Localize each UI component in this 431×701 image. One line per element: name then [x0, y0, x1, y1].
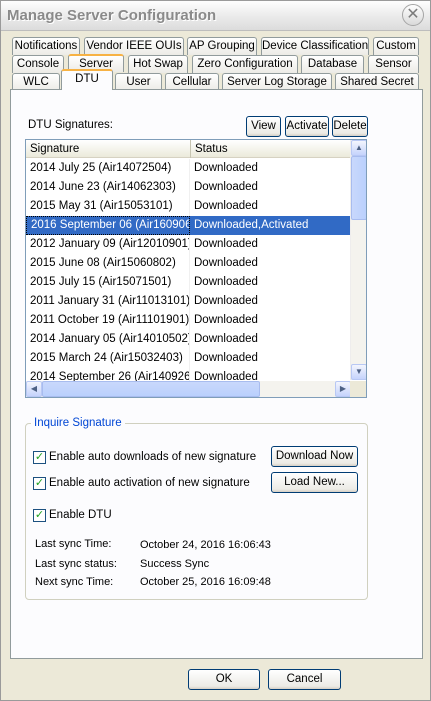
tab-database[interactable]: Database [301, 55, 364, 73]
table-row[interactable]: 2011 October 19 (Air11101901) Downloaded [26, 311, 351, 330]
table-row[interactable]: 2015 June 08 (Air15060802) Downloaded [26, 254, 351, 273]
table-row[interactable]: 2011 January 31 (Air11013101) Downloaded [26, 292, 351, 311]
tab-ap-grouping[interactable]: AP Grouping [187, 37, 257, 55]
signature-cell: 2015 June 08 (Air15060802) [26, 254, 190, 273]
title-bar: Manage Server Configuration ✕ [1, 1, 430, 31]
tab-console[interactable]: Console [12, 55, 64, 73]
last-sync-time-label: Last sync Time: [35, 538, 112, 550]
window-title: Manage Server Configuration [7, 7, 217, 24]
auto-download-label: Enable auto downloads of new signature [49, 451, 257, 463]
scroll-corner [350, 381, 366, 397]
dtu-signatures-list[interactable]: Signature Status 2014 July 25 (Air140725… [25, 139, 367, 398]
status-cell: Downloaded [194, 181, 258, 193]
tab-zero-configuration[interactable]: Zero Configuration [192, 55, 298, 73]
signature-cell: 2015 July 15 (Air15071501) [26, 273, 190, 292]
dtu-signatures-label: DTU Signatures: [28, 119, 114, 131]
horizontal-scrollbar[interactable]: ◀ ▶ [26, 381, 351, 397]
last-sync-status-label: Last sync status: [35, 558, 117, 570]
status-cell: Downloaded,Activated [194, 219, 309, 231]
table-row[interactable]: 2015 July 15 (Air15071501) Downloaded [26, 273, 351, 292]
delete-button[interactable]: Delete [332, 116, 368, 137]
download-now-button[interactable]: Download Now [271, 446, 358, 467]
horizontal-scroll-thumb[interactable] [42, 381, 260, 397]
signature-cell: 2014 July 25 (Air14072504) [26, 159, 190, 178]
status-cell: Downloaded [194, 257, 258, 269]
next-sync-time-label: Next sync Time: [35, 576, 114, 588]
signature-cell: 2016 September 06 (Air160906... [26, 216, 190, 235]
table-row[interactable]: 2015 May 31 (Air15053101) Downloaded [26, 197, 351, 216]
scroll-right-icon[interactable]: ▶ [335, 381, 351, 397]
manage-server-configuration-window: Manage Server Configuration ✕ Notificati… [0, 0, 431, 701]
tab-device-classification[interactable]: Device Classification [261, 37, 369, 55]
last-sync-status-value: Success Sync [140, 558, 210, 570]
tab-custom[interactable]: Custom [373, 37, 419, 55]
close-icon[interactable]: ✕ [402, 4, 424, 26]
enable-dtu-label: Enable DTU [49, 509, 112, 521]
scroll-up-icon[interactable]: ▲ [351, 140, 366, 156]
auto-download-checkbox[interactable]: ✓ [33, 451, 46, 464]
load-new-button[interactable]: Load New... [271, 472, 358, 493]
table-row[interactable]: 2012 January 09 (Air12010901) Downloaded [26, 235, 351, 254]
scroll-down-icon[interactable]: ▼ [351, 364, 366, 380]
signature-cell: 2014 June 23 (Air14062303) [26, 178, 190, 197]
status-cell: Downloaded [194, 314, 258, 326]
inquire-signature-title: Inquire Signature [31, 417, 125, 429]
table-row[interactable]: 2015 March 24 (Air15032403) Downloaded [26, 349, 351, 368]
auto-activation-checkbox[interactable]: ✓ [33, 477, 46, 490]
scroll-left-icon[interactable]: ◀ [26, 381, 42, 397]
column-header-status[interactable]: Status [191, 140, 351, 158]
signature-cell: 2011 January 31 (Air11013101) [26, 292, 190, 311]
vertical-scrollbar[interactable]: ▲ ▼ [350, 140, 366, 380]
list-rows: 2014 July 25 (Air14072504) Downloaded 2014… [26, 159, 351, 387]
status-cell: Downloaded [194, 333, 258, 345]
table-row[interactable]: 2014 January 05 (Air14010502) Downloaded [26, 330, 351, 349]
activate-button[interactable]: Activate [285, 116, 329, 137]
table-row[interactable]: 2014 July 25 (Air14072504) Downloaded [26, 159, 351, 178]
column-header-signature[interactable]: Signature [26, 140, 191, 158]
status-cell: Downloaded [194, 352, 258, 364]
status-cell: Downloaded [194, 200, 258, 212]
tab-hot-swap[interactable]: Hot Swap [128, 55, 188, 73]
tab-sensor[interactable]: Sensor [368, 55, 419, 73]
table-row[interactable]: 2016 September 06 (Air160906... Downloade… [26, 216, 351, 235]
signature-cell: 2014 January 05 (Air14010502) [26, 330, 190, 349]
vertical-scroll-thumb[interactable] [351, 156, 366, 220]
list-header: Signature Status [26, 140, 351, 158]
signature-cell: 2012 January 09 (Air12010901) [26, 235, 190, 254]
signature-cell: 2015 March 24 (Air15032403) [26, 349, 190, 368]
enable-dtu-checkbox[interactable]: ✓ [33, 509, 46, 522]
next-sync-time-value: October 25, 2016 16:09:48 [140, 576, 271, 588]
signature-cell: 2015 May 31 (Air15053101) [26, 197, 190, 216]
cancel-button[interactable]: Cancel [268, 669, 341, 690]
status-cell: Downloaded [194, 276, 258, 288]
ok-button[interactable]: OK [188, 669, 260, 690]
tab-dtu[interactable]: DTU [61, 69, 113, 90]
status-cell: Downloaded [194, 162, 258, 174]
signature-cell: 2011 October 19 (Air11101901) [26, 311, 190, 330]
status-cell: Downloaded [194, 238, 258, 250]
table-row[interactable]: 2014 June 23 (Air14062303) Downloaded [26, 178, 351, 197]
status-cell: Downloaded [194, 295, 258, 307]
tab-notifications[interactable]: Notifications [12, 37, 80, 55]
last-sync-time-value: October 24, 2016 16:06:43 [140, 539, 271, 551]
view-button[interactable]: View [246, 116, 281, 137]
auto-activation-label: Enable auto activation of new signature [49, 477, 250, 489]
tab-vendor-ieee-ouis[interactable]: Vendor IEEE OUIs [84, 37, 184, 55]
